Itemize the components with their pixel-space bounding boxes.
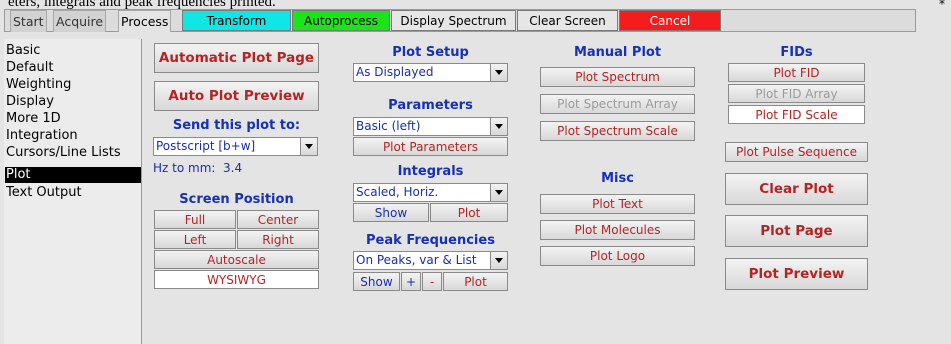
sidebar-item-plot[interactable]: Plot (5, 167, 141, 183)
peak-show-button[interactable]: Show (353, 272, 400, 291)
plot-preview-button[interactable]: Plot Preview (725, 258, 868, 290)
wysiwyg-button[interactable]: WYSIWYG (154, 270, 319, 289)
sidebar-item-text-output[interactable]: Text Output (6, 185, 82, 201)
auto-plot-preview-button[interactable]: Auto Plot Preview (154, 81, 319, 111)
plot-setup-value: As Displayed (356, 65, 434, 79)
peak-frequencies-title: Peak Frequencies (366, 233, 495, 248)
autoscale-button[interactable]: Autoscale (154, 250, 319, 269)
misc-title: Misc (601, 171, 634, 186)
plot-parameters-button[interactable]: Plot Parameters (353, 137, 508, 156)
sidebar-item-basic[interactable]: Basic (6, 43, 40, 59)
manual-plot-title: Manual Plot (573, 45, 662, 60)
right-button[interactable]: Right (237, 230, 319, 249)
send-plot-to-label: Send this plot to: (172, 118, 301, 133)
sidebar-item-default[interactable]: Default (6, 60, 54, 76)
cancel-button[interactable]: Cancel (619, 10, 721, 31)
parameters-select[interactable]: Basic (left) (353, 117, 508, 136)
integrals-title: Integrals (397, 164, 464, 179)
hz-to-mm-value[interactable]: 3.4 (223, 161, 242, 175)
autoprocess-button[interactable]: Autoprocess (292, 10, 390, 31)
peak-frequencies-select[interactable]: On Peaks, var & List (353, 251, 508, 270)
plot-fid-scale-button[interactable]: Plot FID Scale (728, 105, 865, 124)
sidebar-item-more-1d[interactable]: More 1D (6, 111, 61, 127)
peak-plus-button[interactable]: + (401, 272, 421, 291)
integrals-plot-button[interactable]: Plot (430, 203, 508, 222)
peak-minus-button[interactable]: - (422, 272, 442, 291)
send-plot-to-value: Postscript [b+w] (156, 139, 256, 153)
plot-logo-button[interactable]: Plot Logo (540, 246, 695, 266)
plot-page-button[interactable]: Plot Page (725, 215, 868, 247)
full-button[interactable]: Full (154, 210, 236, 229)
chevron-down-icon[interactable] (490, 184, 507, 201)
parameters-value: Basic (left) (356, 119, 421, 133)
parameters-title: Parameters (388, 98, 473, 113)
center-button[interactable]: Center (237, 210, 319, 229)
tab-start[interactable]: Start (10, 10, 47, 32)
chevron-down-icon[interactable] (490, 64, 507, 81)
screen-position-title: Screen Position (179, 192, 294, 207)
plot-fid-array-button[interactable]: Plot FID Array (728, 84, 865, 103)
clear-screen-button[interactable]: Clear Screen (517, 10, 618, 31)
integrals-value: Scaled, Horiz. (356, 185, 439, 199)
peak-plot-button[interactable]: Plot (443, 272, 508, 291)
tab-process[interactable]: Process (118, 10, 172, 32)
integrals-select[interactable]: Scaled, Horiz. (353, 183, 508, 202)
plot-molecules-button[interactable]: Plot Molecules (540, 220, 695, 240)
sidebar-item-cursors-line-lists[interactable]: Cursors/Line Lists (6, 145, 121, 161)
sidebar-item-integration[interactable]: Integration (6, 128, 78, 144)
transform-button[interactable]: Transform (182, 10, 291, 31)
plot-spectrum-array-button[interactable]: Plot Spectrum Array (540, 94, 695, 114)
plot-setup-title: Plot Setup (392, 45, 469, 60)
plot-setup-select[interactable]: As Displayed (353, 63, 508, 82)
automatic-plot-page-button[interactable]: Automatic Plot Page (154, 43, 319, 73)
tab-acquire[interactable]: Acquire (53, 10, 107, 32)
corner-mark: * (939, 0, 945, 11)
fids-title: FIDs (780, 45, 813, 60)
chevron-down-icon[interactable] (490, 118, 507, 135)
integrals-show-button[interactable]: Show (353, 203, 429, 222)
chevron-down-icon[interactable] (490, 252, 507, 269)
chevron-down-icon[interactable] (300, 138, 317, 155)
clear-plot-button[interactable]: Clear Plot (725, 173, 868, 205)
sidebar-item-weighting[interactable]: Weighting (6, 77, 71, 93)
plot-text-button[interactable]: Plot Text (540, 194, 695, 214)
send-plot-to-select[interactable]: Postscript [b+w] (153, 137, 318, 156)
hz-to-mm-label: Hz to mm: (153, 161, 216, 175)
display-spectrum-button[interactable]: Display Spectrum (391, 10, 516, 31)
plot-spectrum-scale-button[interactable]: Plot Spectrum Scale (540, 121, 695, 141)
plot-spectrum-button[interactable]: Plot Spectrum (540, 67, 695, 87)
peak-frequencies-value: On Peaks, var & List (356, 253, 477, 267)
sidebar-item-display[interactable]: Display (6, 94, 54, 110)
plot-pulse-sequence-button[interactable]: Plot Pulse Sequence (725, 142, 868, 162)
left-button[interactable]: Left (154, 230, 236, 249)
plot-fid-button[interactable]: Plot FID (728, 63, 865, 82)
